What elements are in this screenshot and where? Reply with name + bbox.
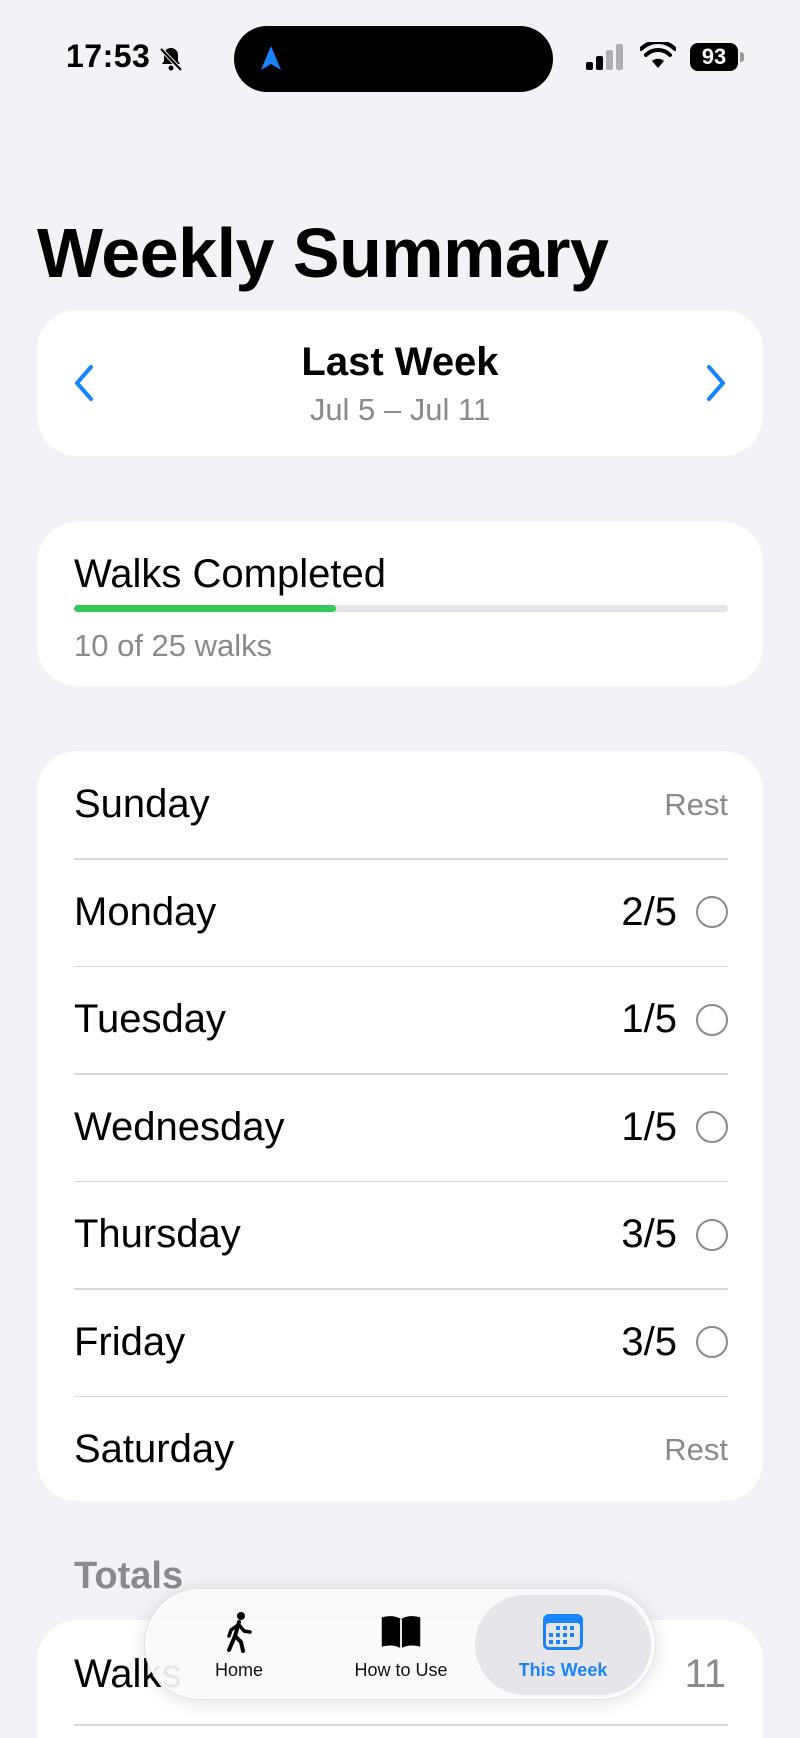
day-name: Saturday (74, 1427, 235, 1472)
day-name: Thursday (74, 1212, 241, 1257)
day-walk-count: 3/5 (621, 1212, 677, 1257)
day-name: Tuesday (74, 997, 226, 1042)
walks-completed-summary: 10 of 25 walks (74, 628, 273, 663)
calendar-icon (543, 1613, 583, 1650)
bell-slash-icon (159, 47, 183, 72)
completion-circle-icon (696, 1111, 728, 1144)
status-time: 17:53 (66, 38, 151, 74)
walks-progress-bar (74, 605, 728, 612)
day-name: Sunday (74, 782, 210, 827)
cellular-signal-icon (586, 44, 623, 70)
completion-circle-icon (696, 1326, 728, 1359)
week-selector-card: Last Week Jul 5 – Jul 11 (37, 310, 763, 456)
wifi-icon (640, 42, 676, 68)
walks-completed-card: Walks Completed 10 of 25 walks (37, 522, 763, 686)
day-walk-count: 1/5 (621, 1104, 677, 1149)
day-name: Wednesday (74, 1104, 285, 1149)
tab-label: This Week (518, 1659, 608, 1680)
day-row-monday[interactable]: Monday 2/5 (74, 859, 728, 967)
days-list-card: Sunday Rest Monday 2/5 Tuesday 1/5 Wedne… (37, 751, 763, 1501)
battery-level: 93 (690, 43, 738, 71)
day-row-tuesday[interactable]: Tuesday 1/5 (74, 966, 728, 1074)
walks-completed-label: Walks Completed (74, 552, 386, 596)
walking-figure-icon (227, 1611, 252, 1653)
page-title: Weekly Summary (37, 214, 609, 292)
completion-circle-icon (696, 896, 728, 929)
totals-section-header: Totals (74, 1555, 184, 1597)
day-rest-label: Rest (664, 1431, 728, 1467)
status-bar: 17:53 93 (0, 0, 800, 110)
day-row-sunday[interactable]: Sunday Rest (74, 751, 728, 859)
tab-home[interactable]: Home (159, 1595, 319, 1695)
location-arrow-icon (261, 46, 281, 70)
next-week-button[interactable] (691, 358, 741, 408)
tab-label: Home (214, 1659, 263, 1680)
walks-progress-fill (74, 605, 336, 612)
day-row-wednesday[interactable]: Wednesday 1/5 (74, 1074, 728, 1182)
day-row-friday[interactable]: Friday 3/5 (74, 1289, 728, 1397)
divider (74, 1724, 728, 1726)
completion-circle-icon (696, 1218, 728, 1251)
day-walk-count: 3/5 (621, 1319, 677, 1364)
day-rest-label: Rest (664, 786, 728, 822)
weekly-summary-screen: 17:53 93 Weekly Summary Last Week Jul 5 … (0, 0, 800, 1738)
completion-circle-icon (696, 1003, 728, 1036)
day-row-thursday[interactable]: Thursday 3/5 (74, 1181, 728, 1289)
day-walk-count: 1/5 (621, 997, 677, 1042)
dynamic-island (234, 26, 553, 92)
chevron-right-icon (707, 365, 725, 401)
book-icon (381, 1615, 421, 1648)
day-name: Friday (74, 1319, 186, 1364)
tab-bar: Home How to Use This Week (144, 1588, 656, 1700)
totals-walks-value: 11 (684, 1652, 726, 1696)
week-date-range: Jul 5 – Jul 11 (309, 392, 491, 427)
day-name: Monday (74, 889, 217, 934)
tab-this-week[interactable]: This Week (475, 1595, 651, 1695)
day-walk-count: 2/5 (621, 889, 677, 934)
week-title: Last Week (301, 340, 499, 384)
day-row-saturday[interactable]: Saturday Rest (74, 1396, 728, 1504)
tab-label: How to Use (354, 1659, 448, 1680)
battery-icon: 93 (690, 43, 744, 71)
tab-how-to-use[interactable]: How to Use (321, 1595, 481, 1695)
